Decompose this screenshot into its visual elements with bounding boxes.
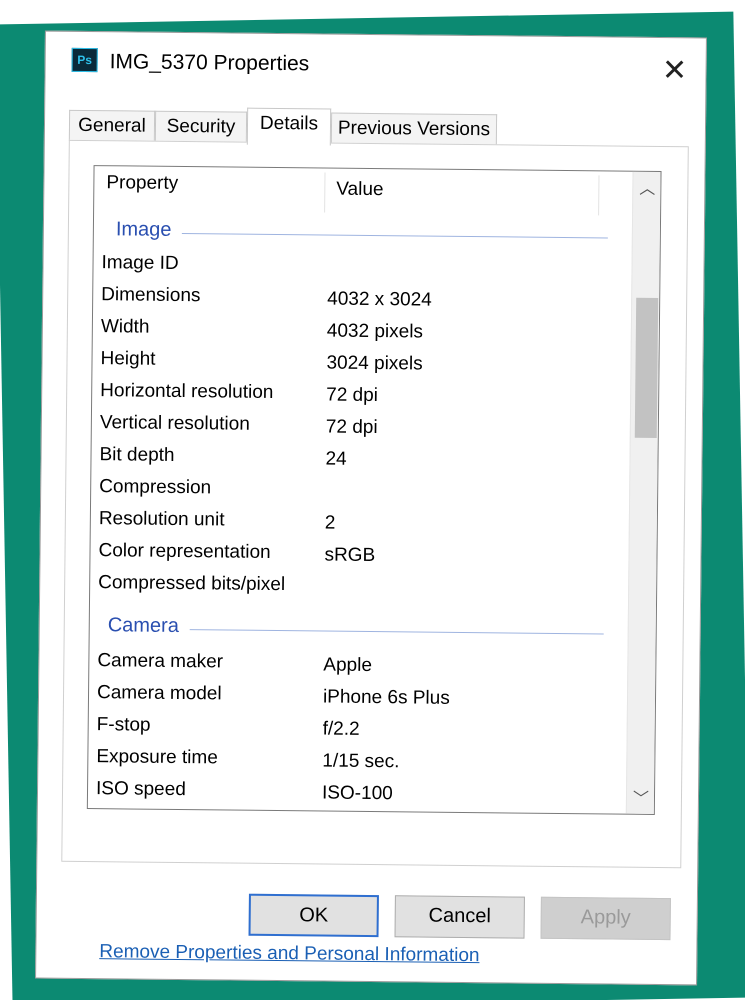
group-header-camera: Camera: [107, 614, 180, 637]
column-divider[interactable]: [598, 175, 600, 216]
tab-details[interactable]: Details: [246, 107, 332, 146]
list-item[interactable]: ISO speed ISO-100: [96, 778, 596, 815]
list-item[interactable]: Bit depth 24: [99, 444, 599, 481]
cancel-button[interactable]: Cancel: [394, 895, 525, 939]
property-value: 72 dpi: [326, 384, 379, 407]
list-item[interactable]: Width 4032 pixels: [101, 316, 601, 353]
details-panel: Property Value Image Image ID Dimensions…: [61, 139, 689, 966]
photoshop-app-icon: Ps: [71, 47, 98, 73]
list-item[interactable]: Color representation sRGB: [98, 540, 598, 577]
property-value: 2: [324, 512, 336, 534]
list-item[interactable]: Camera maker Apple: [97, 650, 597, 687]
property-value: 4032 pixels: [326, 320, 424, 343]
property-name: Height: [100, 348, 156, 370]
ok-button[interactable]: OK: [248, 893, 379, 938]
photo-frame: Ps IMG_5370 Properties ✕ General Securit…: [0, 0, 745, 1000]
list-item[interactable]: Exposure time 1/15 sec.: [96, 746, 596, 783]
list-item[interactable]: F-stop f/2.2: [96, 714, 596, 751]
tab-security[interactable]: Security: [154, 110, 248, 143]
property-name: Vertical resolution: [99, 412, 250, 435]
close-icon[interactable]: ✕: [657, 54, 691, 88]
property-name: ISO speed: [95, 778, 186, 801]
property-name: Color representation: [98, 540, 271, 563]
apply-button[interactable]: Apply: [540, 896, 671, 941]
remove-properties-link[interactable]: Remove Properties and Personal Informati…: [99, 941, 479, 967]
property-name: Exposure time: [96, 746, 218, 769]
tab-general[interactable]: General: [68, 109, 156, 142]
property-name: Compression: [99, 476, 212, 499]
list-item[interactable]: Compressed bits/pixel: [98, 572, 598, 609]
scroll-thumb[interactable]: [634, 297, 659, 438]
property-name: Compressed bits/pixel: [98, 572, 286, 596]
property-value: 1/15 sec.: [322, 750, 400, 773]
property-name: Width: [100, 316, 150, 338]
property-value: f/2.2: [322, 718, 360, 740]
group-divider: [181, 233, 608, 239]
group-header-image: Image: [115, 218, 172, 241]
property-name: Bit depth: [99, 444, 175, 466]
list-item[interactable]: Dimensions 4032 x 3024: [101, 284, 601, 321]
property-value: ISO-100: [321, 782, 393, 805]
column-header-value[interactable]: Value: [336, 179, 383, 201]
chevron-down-icon[interactable]: ﹀: [627, 786, 655, 814]
title-bar: Ps IMG_5370 Properties ✕: [45, 32, 706, 103]
tab-previous-versions[interactable]: Previous Versions: [330, 112, 498, 146]
column-header-property[interactable]: Property: [106, 172, 178, 195]
property-value: 3024 pixels: [326, 352, 423, 375]
vertical-scrollbar[interactable]: ︿ ﹀: [625, 171, 661, 814]
property-value: sRGB: [324, 544, 376, 567]
property-name: Camera model: [96, 682, 222, 705]
group-divider: [189, 629, 604, 635]
list-item[interactable]: Horizontal resolution 72 dpi: [100, 380, 600, 417]
chevron-up-icon[interactable]: ︿: [633, 176, 661, 204]
property-name: Resolution unit: [98, 508, 225, 531]
list-item[interactable]: Camera model iPhone 6s Plus: [97, 682, 597, 719]
property-value: Apple: [323, 654, 373, 677]
column-divider[interactable]: [324, 172, 326, 213]
property-value: 24: [325, 448, 347, 470]
property-name: F-stop: [96, 714, 151, 736]
property-name: Horizontal resolution: [100, 380, 274, 403]
list-header: Property Value: [94, 166, 660, 218]
property-value: 4032 x 3024: [327, 288, 432, 311]
properties-dialog: Ps IMG_5370 Properties ✕ General Securit…: [35, 30, 707, 986]
window-title: IMG_5370 Properties: [109, 50, 310, 76]
list-item[interactable]: Compression: [99, 476, 599, 513]
list-item[interactable]: Height 3024 pixels: [100, 348, 600, 385]
list-item[interactable]: Resolution unit 2: [99, 508, 599, 545]
property-name: Image ID: [101, 252, 179, 274]
property-value: 72 dpi: [325, 416, 378, 439]
property-name: Camera maker: [97, 650, 224, 673]
list-item[interactable]: Vertical resolution 72 dpi: [100, 412, 600, 449]
property-value: iPhone 6s Plus: [322, 686, 450, 709]
property-name: Dimensions: [101, 284, 201, 307]
property-list[interactable]: Property Value Image Image ID Dimensions…: [86, 165, 662, 815]
list-item[interactable]: Image ID: [101, 252, 601, 289]
